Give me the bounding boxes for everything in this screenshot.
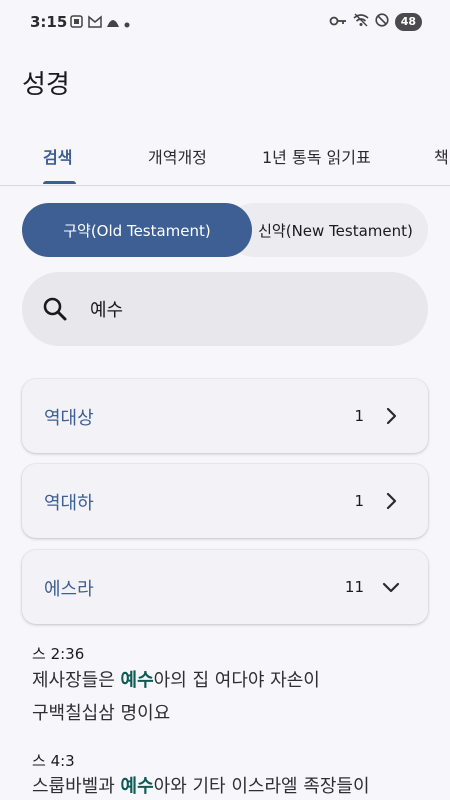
app-icon [106,13,119,27]
wifi-off-icon [353,12,369,31]
verse-text-post: 아의 집 여다야 자손이 [153,670,320,691]
verse-text-pre: 제사장들은 [32,670,121,691]
verse-reference: 스 4:3 [32,752,75,770]
screenshot-icon [70,13,83,28]
status-bar: 3:15 48 [0,0,450,44]
chevron-down-icon[interactable] [380,576,402,598]
search-highlight: 예수 [120,670,154,691]
status-time: 3:15 [30,13,68,31]
page-title: 성경 [22,70,70,100]
tab-books[interactable]: 책 [434,144,449,168]
search-input[interactable] [90,290,390,328]
gmail-icon [88,13,102,28]
verse-text-pre: 스룹바벨과 [32,776,121,797]
tab-bar: 검색 개역개정 1년 통독 읽기표 책 [0,128,450,186]
verse-text-line[interactable]: 구백칠십삼 명이요 [32,699,170,725]
chevron-right-icon[interactable] [380,490,402,512]
book-name: 역대상 [44,408,94,429]
old-testament-label: 구약(Old Testament) [63,221,211,240]
search-highlight: 예수 [120,776,154,797]
key-icon [329,12,347,31]
book-name: 에스라 [44,579,94,600]
tab-revised-version[interactable]: 개역개정 [148,144,207,168]
status-right-icons: 48 [329,12,422,31]
tab-search[interactable]: 검색 [43,144,72,168]
book-card-ezra[interactable]: 에스라 11 [22,550,428,624]
book-card-2-chronicles[interactable]: 역대하 1 [22,464,428,538]
tab-reading-plan[interactable]: 1년 통독 읽기표 [262,144,371,168]
new-testament-toggle[interactable]: 신약(New Testament) [227,203,428,257]
verse-text-post: 아와 기타 이스라엘 족장들이 [153,776,370,797]
old-testament-toggle[interactable]: 구약(Old Testament) [22,203,252,257]
dot-icon [124,13,132,28]
screen: 3:15 48 성경 검색 개역개정 1년 통독 읽기표 책 신약(New Te… [0,0,450,800]
tab-indicator [43,181,76,184]
status-left-icons [70,13,132,28]
match-count: 11 [344,578,364,596]
search-bar[interactable] [22,272,428,346]
match-count: 1 [354,492,364,510]
verse-reference: 스 2:36 [32,645,85,663]
match-count: 1 [354,407,364,425]
book-name: 역대하 [44,493,94,514]
verse-text-line[interactable]: 스룹바벨과 예수아와 기타 이스라엘 족장들이 [32,772,370,798]
do-not-disturb-icon [375,12,389,31]
book-card-1-chronicles[interactable]: 역대상 1 [22,379,428,453]
chevron-right-icon[interactable] [380,405,402,427]
new-testament-label: 신약(New Testament) [258,221,413,240]
verse-text-line[interactable]: 제사장들은 예수아의 집 여다야 자손이 [32,666,320,692]
battery-indicator: 48 [394,12,422,31]
search-icon[interactable] [42,296,68,322]
